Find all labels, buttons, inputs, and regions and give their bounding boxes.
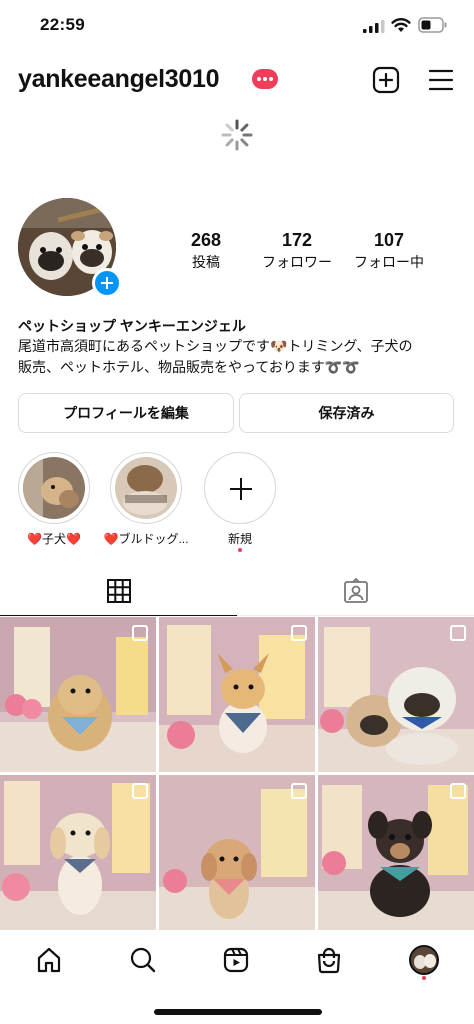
stat-value: 172 [281, 230, 313, 250]
tab-tagged[interactable] [237, 574, 474, 616]
multiple-photos-icon [450, 625, 466, 641]
posts-count[interactable]: 268 投稿 [176, 229, 236, 272]
tab-posts-grid[interactable] [0, 574, 237, 616]
status-bar: 22:59 [0, 0, 474, 50]
plus-icon [204, 452, 276, 524]
stat-value: 268 [190, 230, 222, 250]
home-indicator [154, 1009, 322, 1015]
highlight-cover [115, 457, 177, 519]
plus-square-icon[interactable] [372, 66, 400, 94]
bio-line: 尾道市高須町にあるペットショップです🐶トリミング、子犬の [18, 338, 413, 354]
following-count[interactable]: 107 フォロー中 [345, 229, 433, 272]
status-time: 22:59 [40, 15, 85, 34]
profile-bio: 尾道市高須町にあるペットショップです🐶トリミング、子犬の 販売、ペットホテル、物… [18, 336, 458, 378]
signal-icon [363, 20, 385, 33]
post-thumbnail[interactable] [159, 775, 315, 930]
highlight-label: ❤️子犬❤️ [27, 532, 81, 546]
multiple-photos-icon [450, 783, 466, 799]
profile-header: yankeeangel3010 [0, 58, 474, 102]
home-icon[interactable] [29, 940, 69, 980]
wifi-icon [391, 18, 411, 32]
loading-spinner-icon [221, 119, 253, 151]
multiple-photos-icon [132, 783, 148, 799]
post-thumbnail[interactable] [159, 617, 315, 772]
edit-profile-button[interactable]: プロフィールを編集 [18, 393, 234, 433]
shop-icon[interactable] [309, 940, 349, 980]
profile-avatar-nav[interactable] [404, 940, 444, 980]
more-dots-badge[interactable] [252, 69, 278, 89]
multiple-photos-icon [132, 625, 148, 641]
reels-icon[interactable] [216, 940, 256, 980]
search-icon[interactable] [123, 940, 163, 980]
highlight-ring [110, 452, 182, 524]
post-thumbnail[interactable] [0, 617, 156, 772]
grid-icon [107, 579, 131, 603]
post-thumbnail[interactable] [0, 775, 156, 930]
avatar [409, 945, 439, 975]
new-indicator-dot [238, 548, 242, 552]
add-story-icon[interactable] [92, 268, 122, 298]
username[interactable]: yankeeangel3010 [18, 65, 220, 94]
bottom-nav [0, 930, 474, 990]
post-thumbnail[interactable] [318, 617, 474, 772]
stat-value: 107 [373, 230, 405, 250]
multiple-photos-icon [291, 783, 307, 799]
multiple-photos-icon [291, 625, 307, 641]
highlight-puppies[interactable]: ❤️子犬❤️ [16, 452, 92, 546]
notification-dot [422, 976, 426, 980]
highlight-label: ❤️ブルドッグ... [103, 532, 189, 546]
highlight-label: 新規 [227, 532, 252, 546]
display-name: ペットショップ ヤンキーエンジェル [18, 318, 246, 334]
post-thumbnail[interactable] [318, 775, 474, 930]
bio-line: 販売、ペットホテル、物品販売をやっております➰➰ [18, 359, 360, 375]
stat-label: フォロー中 [354, 254, 424, 270]
saved-button[interactable]: 保存済み [239, 393, 454, 433]
highlight-ring [18, 452, 90, 524]
tagged-person-icon [344, 578, 368, 603]
highlight-cover [23, 457, 85, 519]
highlight-bulldog[interactable]: ❤️ブルドッグ... [104, 452, 188, 546]
stat-label: 投稿 [192, 254, 220, 270]
stat-label: フォロワー [262, 254, 332, 270]
battery-icon [418, 17, 447, 33]
new-highlight-button[interactable]: 新規 [202, 452, 278, 552]
followers-count[interactable]: 172 フォロワー [252, 229, 342, 272]
hamburger-icon[interactable] [428, 68, 454, 92]
